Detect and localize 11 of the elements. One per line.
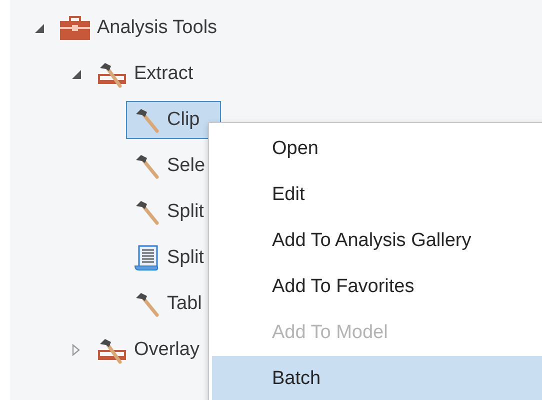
toolset-icon xyxy=(96,336,128,364)
script-icon xyxy=(133,244,161,272)
collapse-arrow-icon[interactable] xyxy=(70,68,82,80)
collapse-arrow-icon[interactable] xyxy=(33,22,45,34)
expand-arrow-icon[interactable] xyxy=(70,344,82,356)
tree-item[interactable]: Analysis Tools xyxy=(52,9,238,47)
tree-item[interactable]: Clip xyxy=(126,101,221,139)
toolset-icon xyxy=(96,60,128,88)
tree-item[interactable]: Extract xyxy=(89,55,214,93)
menu-item[interactable]: Batch xyxy=(212,356,542,400)
toolbox-icon xyxy=(59,15,91,41)
